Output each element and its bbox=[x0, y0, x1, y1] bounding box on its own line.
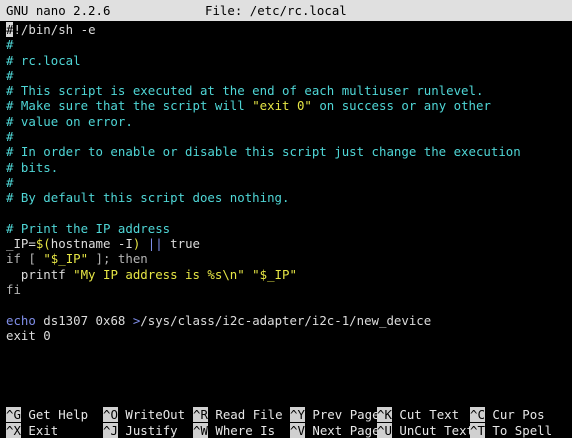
string-literal: "My IP address is %s\n" "$_IP" bbox=[73, 266, 297, 282]
shortcut-key: ^G bbox=[6, 407, 21, 422]
shortcut-cur-pos[interactable]: ^C Cur Pos bbox=[470, 407, 545, 422]
editor-line-20[interactable]: echo ds1307 0x68 >/sys/class/i2c-adapter… bbox=[6, 313, 572, 328]
shortcut-justify[interactable]: ^J Justify bbox=[103, 423, 178, 438]
shortcut-label: UnCut Text bbox=[399, 423, 474, 438]
shortcut-label: Next Page bbox=[312, 423, 380, 438]
shortcut-label: Cut Text bbox=[399, 407, 460, 422]
editor-line-9[interactable]: # In order to enable or disable this scr… bbox=[6, 144, 572, 159]
editor-line-18[interactable]: fi bbox=[6, 282, 572, 297]
shortcut-next-page[interactable]: ^V Next Page bbox=[290, 423, 380, 438]
editor-line-5[interactable]: # This script is executed at the end of … bbox=[6, 83, 572, 98]
code-segment: /sys/class/i2c-adapter/i2c-1/new_device bbox=[140, 312, 432, 328]
editor-line-16[interactable]: if [ "$_IP" ]; then bbox=[6, 251, 572, 266]
code-segment: hostname -I bbox=[50, 236, 133, 252]
editor-line-8[interactable]: # bbox=[6, 129, 572, 144]
nano-editor-window: GNU nano 2.2.6 File: /etc/rc.local #!/bi… bbox=[0, 0, 572, 438]
shortcut-key: ^X bbox=[6, 423, 21, 438]
comment-segment: # Make sure that the script will bbox=[6, 98, 253, 114]
shortcut-label: Prev Page bbox=[312, 407, 380, 422]
shortcut-key: ^T bbox=[470, 423, 485, 438]
command-substitution: $( bbox=[35, 236, 51, 252]
editor-line-3[interactable]: # rc.local bbox=[6, 53, 572, 68]
shortcut-label: Cur Pos bbox=[492, 407, 545, 422]
shortcut-bar: ^G Get Help ^O WriteOut ^R Read File ^Y … bbox=[0, 404, 572, 438]
file-name-label: File: /etc/rc.local bbox=[205, 3, 347, 18]
code-segment: printf bbox=[6, 266, 74, 282]
code-segment: _IP= bbox=[6, 236, 36, 252]
shortcut-label: WriteOut bbox=[125, 407, 186, 422]
operator: || bbox=[147, 236, 163, 252]
shortcut-label: To Spell bbox=[492, 423, 553, 438]
shortcut-key: ^R bbox=[193, 407, 208, 422]
shortcut-label: Exit bbox=[28, 423, 59, 438]
editor-line-17[interactable]: printf "My IP address is %s\n" "$_IP" bbox=[6, 267, 572, 282]
editor-line-1[interactable]: #!/bin/sh -e bbox=[6, 22, 572, 37]
shortcut-get-help[interactable]: ^G Get Help bbox=[6, 407, 88, 422]
editor-line-10[interactable]: # bits. bbox=[6, 160, 572, 175]
shortcut-label: Read File bbox=[215, 407, 283, 422]
shortcut-key: ^U bbox=[377, 423, 392, 438]
shebang-text: !/bin/sh -e bbox=[13, 22, 96, 37]
editor-line-15[interactable]: _IP=$(hostname -I) || true bbox=[6, 236, 572, 251]
keyword: ]; then bbox=[88, 251, 148, 267]
shortcut-label: Justify bbox=[125, 423, 178, 438]
shortcut-key: ^V bbox=[290, 423, 305, 438]
title-bar: GNU nano 2.2.6 File: /etc/rc.local bbox=[0, 0, 572, 21]
shortcut-cut-text[interactable]: ^K Cut Text bbox=[377, 407, 459, 422]
shortcut-writeout[interactable]: ^O WriteOut bbox=[103, 407, 185, 422]
editor-line-13[interactable] bbox=[6, 206, 572, 221]
text-editor-area[interactable]: #!/bin/sh -e # # rc.local # # This scrip… bbox=[6, 22, 572, 343]
shortcut-key: ^K bbox=[377, 407, 392, 422]
builtin-command: echo bbox=[6, 312, 36, 328]
code-segment: true bbox=[162, 236, 200, 252]
shortcut-prev-page[interactable]: ^Y Prev Page bbox=[290, 407, 380, 422]
editor-line-11[interactable]: # bbox=[6, 175, 572, 190]
shortcut-uncut-text[interactable]: ^U UnCut Text bbox=[377, 423, 474, 438]
shortcut-label: Where Is bbox=[215, 423, 276, 438]
editor-line-12[interactable]: # By default this script does nothing. bbox=[6, 190, 572, 205]
comment-segment: on success or any other bbox=[311, 98, 491, 114]
shortcut-to-spell[interactable]: ^T To Spell bbox=[470, 423, 552, 438]
string-literal: "exit 0" bbox=[252, 98, 312, 114]
editor-line-6[interactable]: # Make sure that the script will "exit 0… bbox=[6, 98, 572, 113]
shortcut-key: ^C bbox=[470, 407, 485, 422]
shortcut-key: ^O bbox=[103, 407, 118, 422]
editor-line-14[interactable]: # Print the IP address bbox=[6, 221, 572, 236]
shortcut-key: ^Y bbox=[290, 407, 305, 422]
string-literal: "$_IP" bbox=[43, 251, 89, 267]
editor-line-19[interactable] bbox=[6, 297, 572, 312]
shortcut-where-is[interactable]: ^W Where Is bbox=[193, 423, 275, 438]
shortcut-label: Get Help bbox=[28, 407, 89, 422]
code-segment: ds1307 0x68 bbox=[35, 312, 133, 328]
editor-line-2[interactable]: # bbox=[6, 37, 572, 52]
editor-line-21[interactable]: exit 0 bbox=[6, 328, 572, 343]
editor-line-4[interactable]: # bbox=[6, 68, 572, 83]
editor-line-7[interactable]: # value on error. bbox=[6, 114, 572, 129]
shortcut-key: ^W bbox=[193, 423, 208, 438]
app-version-label: GNU nano 2.2.6 bbox=[6, 3, 111, 18]
shortcut-exit[interactable]: ^X Exit bbox=[6, 423, 58, 438]
shortcut-read-file[interactable]: ^R Read File bbox=[193, 407, 283, 422]
shortcut-key: ^J bbox=[103, 423, 118, 438]
keyword: if [ bbox=[6, 251, 44, 267]
